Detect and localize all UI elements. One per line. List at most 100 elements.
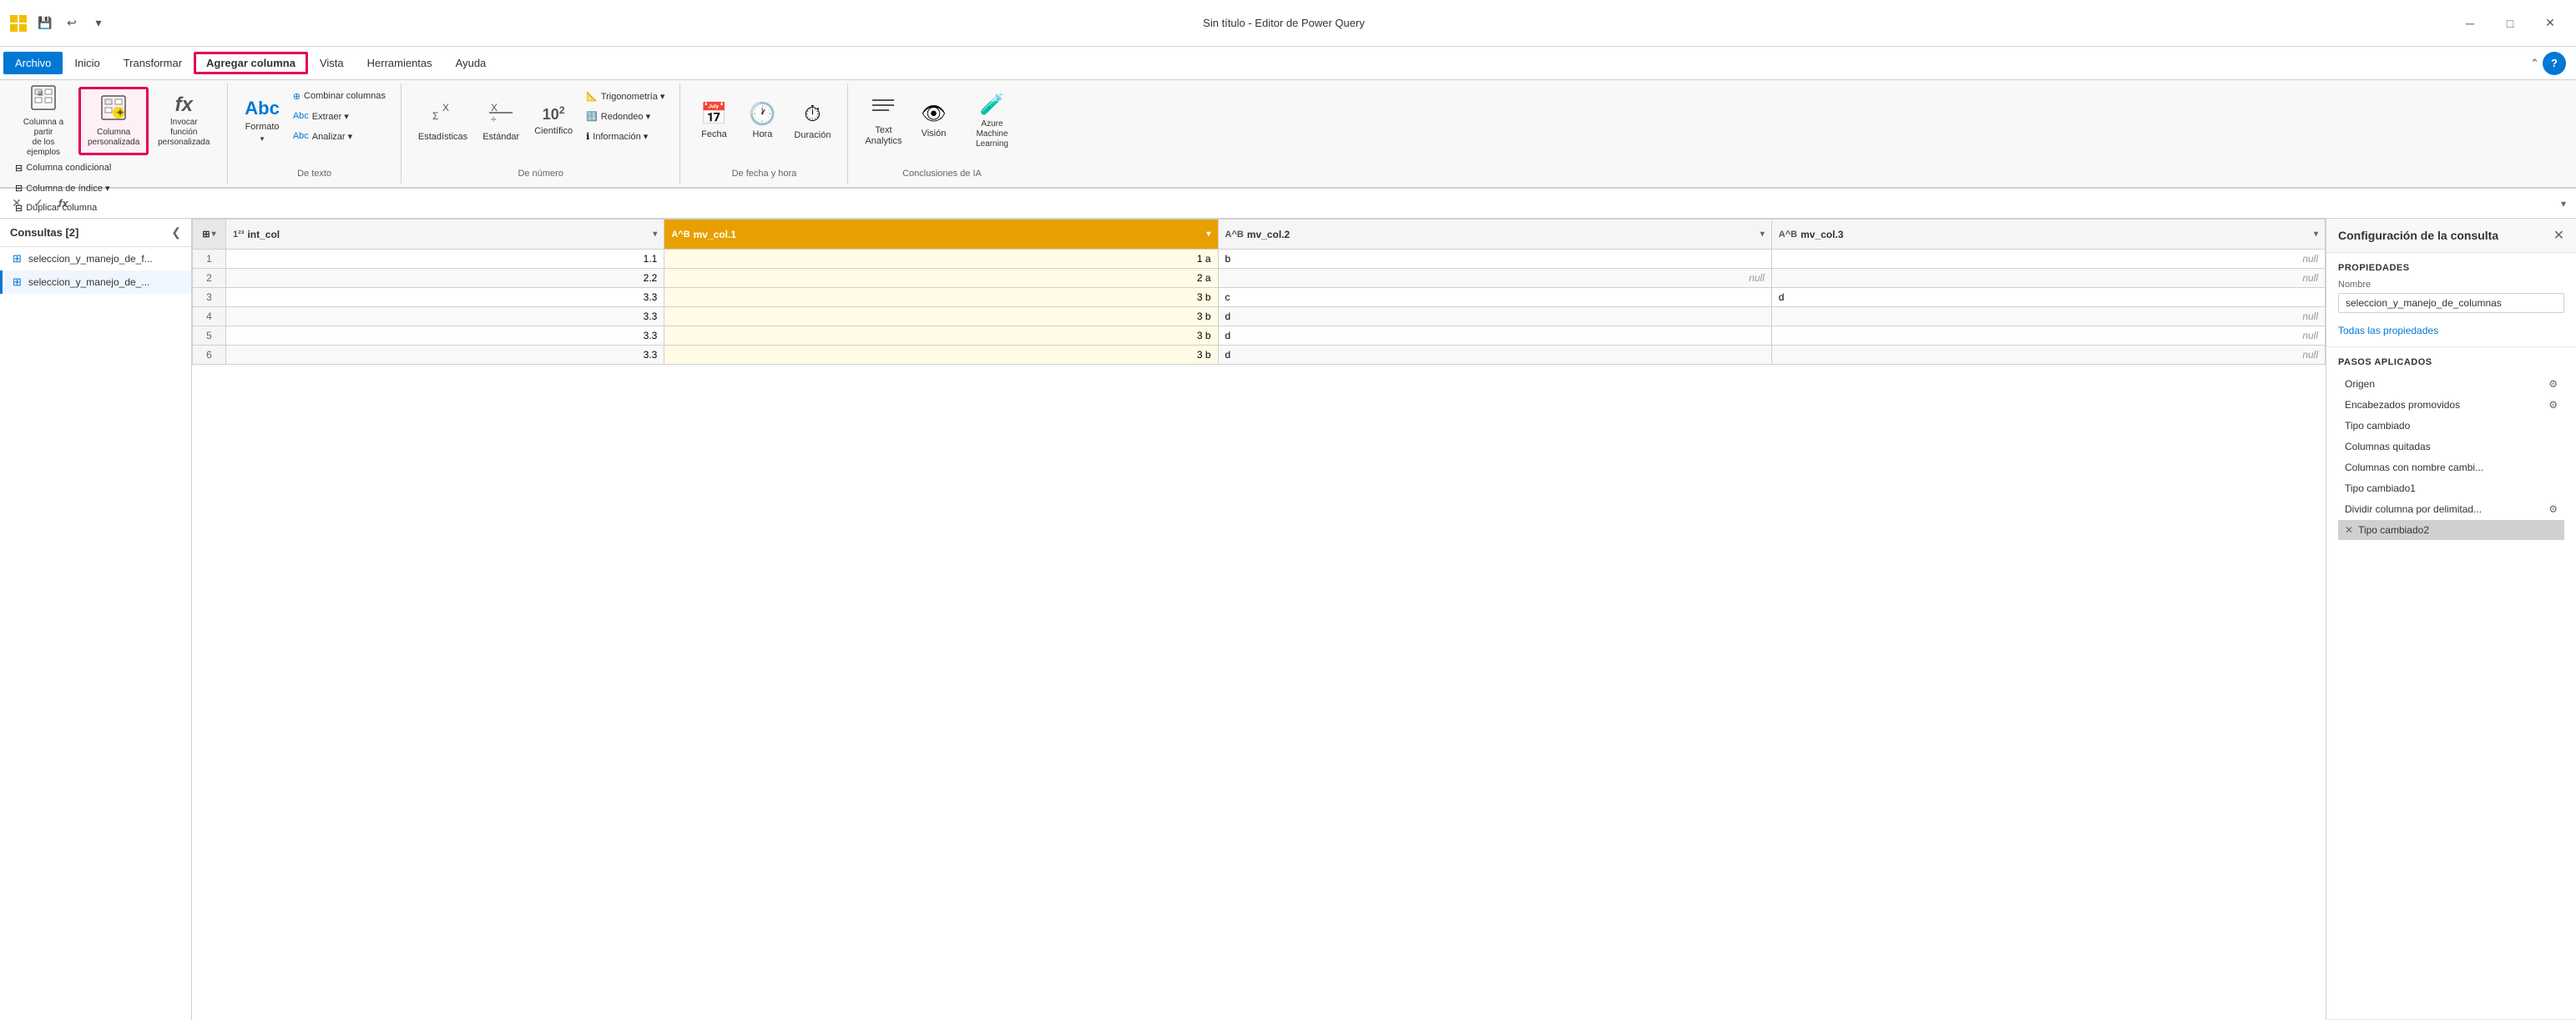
menu-archivo[interactable]: Archivo — [3, 52, 63, 74]
formula-fx-icon: fx — [52, 197, 75, 210]
formula-expand-btn[interactable]: ▾ — [2558, 198, 2569, 210]
col-header-mv-col2[interactable]: A^B mv_col.2 ▾ — [1218, 220, 1771, 250]
panel-name-input[interactable] — [2338, 293, 2564, 313]
ribbon-btn-columna-personalizada[interactable]: ✦ Columnapersonalizada — [78, 87, 149, 155]
sidebar-collapse-btn[interactable]: ❮ — [171, 225, 181, 240]
formula-confirm-btn[interactable]: ✓ — [28, 194, 48, 214]
dropdown-icon[interactable]: ▾ — [87, 12, 110, 35]
ribbon-btn-estandar[interactable]: X ÷ Estándar — [476, 87, 526, 155]
step-encabezados-gear[interactable]: ⚙ — [2548, 399, 2558, 411]
step-encabezados-text: Encabezados promovidos — [2345, 399, 2543, 411]
main-layout: Consultas [2] ❮ ⊞ seleccion_y_manejo_de_… — [0, 219, 2576, 1020]
query2-table-icon: ⊞ — [13, 275, 22, 289]
step-columnas-quitadas[interactable]: Columnas quitadas — [2338, 437, 2564, 457]
menu-herramientas[interactable]: Herramientas — [356, 52, 444, 74]
menu-ayuda[interactable]: Ayuda — [444, 52, 498, 74]
fecha-icon: 📅 — [700, 101, 727, 127]
panel-all-props-link[interactable]: Todas las propiedades — [2338, 325, 2438, 336]
save-icon[interactable]: 💾 — [33, 12, 57, 35]
table-filter-icon[interactable]: ▾ — [212, 230, 216, 239]
step-tipo-cambiado1[interactable]: Tipo cambiado1 — [2338, 478, 2564, 498]
ribbon-btn-text-analytics[interactable]: TextAnalytics — [858, 87, 908, 155]
int-col-dropdown[interactable]: ▾ — [653, 230, 657, 239]
sidebar-title: Consultas [2] — [10, 226, 164, 239]
ribbon-btn-analizar[interactable]: Abc Analizar ▾ — [288, 127, 391, 145]
menu-bar: Archivo Inicio Transformar Agregar colum… — [0, 47, 2576, 80]
table-settings-icon[interactable]: ⊞ — [202, 229, 210, 240]
ribbon-btn-invocar-funcion[interactable]: fx Invocar funciónpersonalizada — [150, 87, 217, 155]
sidebar-item-query1[interactable]: ⊞ seleccion_y_manejo_de_f... — [0, 247, 191, 270]
app-icon — [7, 12, 30, 35]
col-header-mv-col1[interactable]: A^B mv_col.1 ▾ — [664, 220, 1218, 250]
ribbon-texto-stack: ⊕ Combinar columnas Abc Extraer ▾ Abc An… — [288, 87, 391, 145]
ribbon-btn-redondeo[interactable]: 🔢 Redondeo ▾ — [581, 107, 669, 125]
panel-steps: PASOS APLICADOS Origen ⚙ Encabezados pro… — [2326, 347, 2576, 1020]
svg-text:≡: ≡ — [38, 88, 43, 99]
minimize-button[interactable]: ─ — [2451, 10, 2489, 37]
undo-icon[interactable]: ↩ — [60, 12, 83, 35]
ribbon-btn-informacion[interactable]: ℹ Información ▾ — [581, 127, 669, 145]
col-header-mv-col3[interactable]: A^B mv_col.3 ▾ — [1771, 220, 2325, 250]
title-bar-icons: 💾 ↩ ▾ — [7, 12, 110, 35]
ribbon-btn-cientifico[interactable]: 102 Científico — [528, 87, 579, 155]
step-origen-gear[interactable]: ⚙ — [2548, 378, 2558, 390]
ribbon-btn-fecha[interactable]: 📅 Fecha — [690, 87, 737, 155]
cell-row5-mvcol1: 3 b — [664, 326, 1218, 346]
title-bar: 💾 ↩ ▾ Sin título - Editor de Power Query… — [0, 0, 2576, 47]
ribbon-btn-azure-ml[interactable]: 🧪 Azure MachineLearning — [958, 87, 1025, 155]
svg-text:÷: ÷ — [491, 114, 497, 124]
close-button[interactable]: ✕ — [2531, 10, 2569, 37]
menu-inicio[interactable]: Inicio — [63, 52, 111, 74]
table-row: 4 3.3 3 b d null — [193, 307, 2326, 326]
analizar-icon: Abc — [293, 131, 309, 141]
step-columnas-nombre[interactable]: Columnas con nombre cambi... — [2338, 457, 2564, 477]
formula-input[interactable]: = Table.TransformColumnTypes(#"Dividir c… — [78, 198, 2554, 210]
menu-vista[interactable]: Vista — [308, 52, 356, 74]
ribbon-btn-formato[interactable]: Abc Formato▾ — [238, 87, 286, 155]
hora-icon: 🕐 — [749, 101, 775, 127]
help-button[interactable]: ? — [2543, 52, 2566, 75]
right-panel-close-btn[interactable]: ✕ — [2553, 227, 2564, 244]
informacion-label: Información ▾ — [593, 131, 648, 142]
step-dividir-columna[interactable]: Dividir columna por delimitad... ⚙ — [2338, 499, 2564, 519]
step-origen[interactable]: Origen ⚙ — [2338, 374, 2564, 394]
int-col-label: int_col — [247, 229, 280, 240]
step-tipo-cambiado2-delete[interactable]: ✕ — [2345, 524, 2353, 536]
step-dividir-gear[interactable]: ⚙ — [2548, 503, 2558, 515]
ribbon-btn-trigonometria[interactable]: 📐 Trigonometría ▾ — [581, 87, 669, 105]
step-tipo-cambiado2[interactable]: ✕ Tipo cambiado2 — [2338, 520, 2564, 540]
ribbon-btn-estadisticas[interactable]: Σ X Estadísticas — [412, 87, 474, 155]
cell-row4-mvcol3: null — [1771, 307, 2325, 326]
step-tipo-cambiado[interactable]: Tipo cambiado — [2338, 416, 2564, 436]
ribbon-btn-vision[interactable]: 👁 Visión — [910, 87, 957, 155]
mv-col3-dropdown[interactable]: ▾ — [2314, 230, 2318, 239]
panel-properties-title: PROPIEDADES — [2338, 263, 2564, 273]
sidebar: Consultas [2] ❮ ⊞ seleccion_y_manejo_de_… — [0, 219, 192, 1020]
columna-condicional-icon: ⊟ — [15, 163, 23, 174]
menu-agregar-columna[interactable]: Agregar columna — [194, 52, 308, 74]
mv-col1-dropdown[interactable]: ▾ — [1207, 230, 1211, 239]
ribbon-btn-columna-ejemplos[interactable]: ≡ Columna a partirde los ejemplos — [10, 87, 77, 155]
step-encabezados[interactable]: Encabezados promovidos ⚙ — [2338, 395, 2564, 415]
azure-ml-icon: 🧪 — [980, 93, 1005, 117]
col-header-int-col[interactable]: 1²³ int_col ▾ — [226, 220, 664, 250]
step-columnas-nombre-text: Columnas con nombre cambi... — [2345, 462, 2558, 473]
cell-row3-mvcol2: c — [1218, 288, 1771, 307]
menu-transformar[interactable]: Transformar — [112, 52, 194, 74]
maximize-button[interactable]: □ — [2491, 10, 2529, 37]
formula-cancel-btn[interactable]: ✕ — [7, 194, 27, 214]
formato-label: Formato▾ — [245, 122, 280, 144]
window-controls: ─ □ ✕ — [2451, 10, 2569, 37]
cell-row3-mvcol3: d — [1771, 288, 2325, 307]
ribbon-btn-combinar[interactable]: ⊕ Combinar columnas — [288, 87, 391, 105]
ribbon-btn-hora[interactable]: 🕐 Hora — [739, 87, 785, 155]
collapse-ribbon-icon[interactable]: ⌃ — [2530, 57, 2539, 70]
ribbon-btn-columna-condicional[interactable]: ⊟ Columna condicional — [10, 159, 116, 177]
ribbon-btn-extraer[interactable]: Abc Extraer ▾ — [288, 107, 391, 125]
svg-text:✦: ✦ — [116, 107, 124, 119]
ribbon-group-texto: Abc Formato▾ ⊕ Combinar columnas Abc Ext… — [228, 83, 402, 184]
mv-col2-dropdown[interactable]: ▾ — [1760, 230, 1765, 239]
sidebar-item-query2[interactable]: ⊞ seleccion_y_manejo_de_... — [0, 270, 191, 294]
estadisticas-label: Estadísticas — [418, 132, 467, 143]
ribbon-btn-duracion[interactable]: ⏱ Duración — [787, 87, 837, 155]
